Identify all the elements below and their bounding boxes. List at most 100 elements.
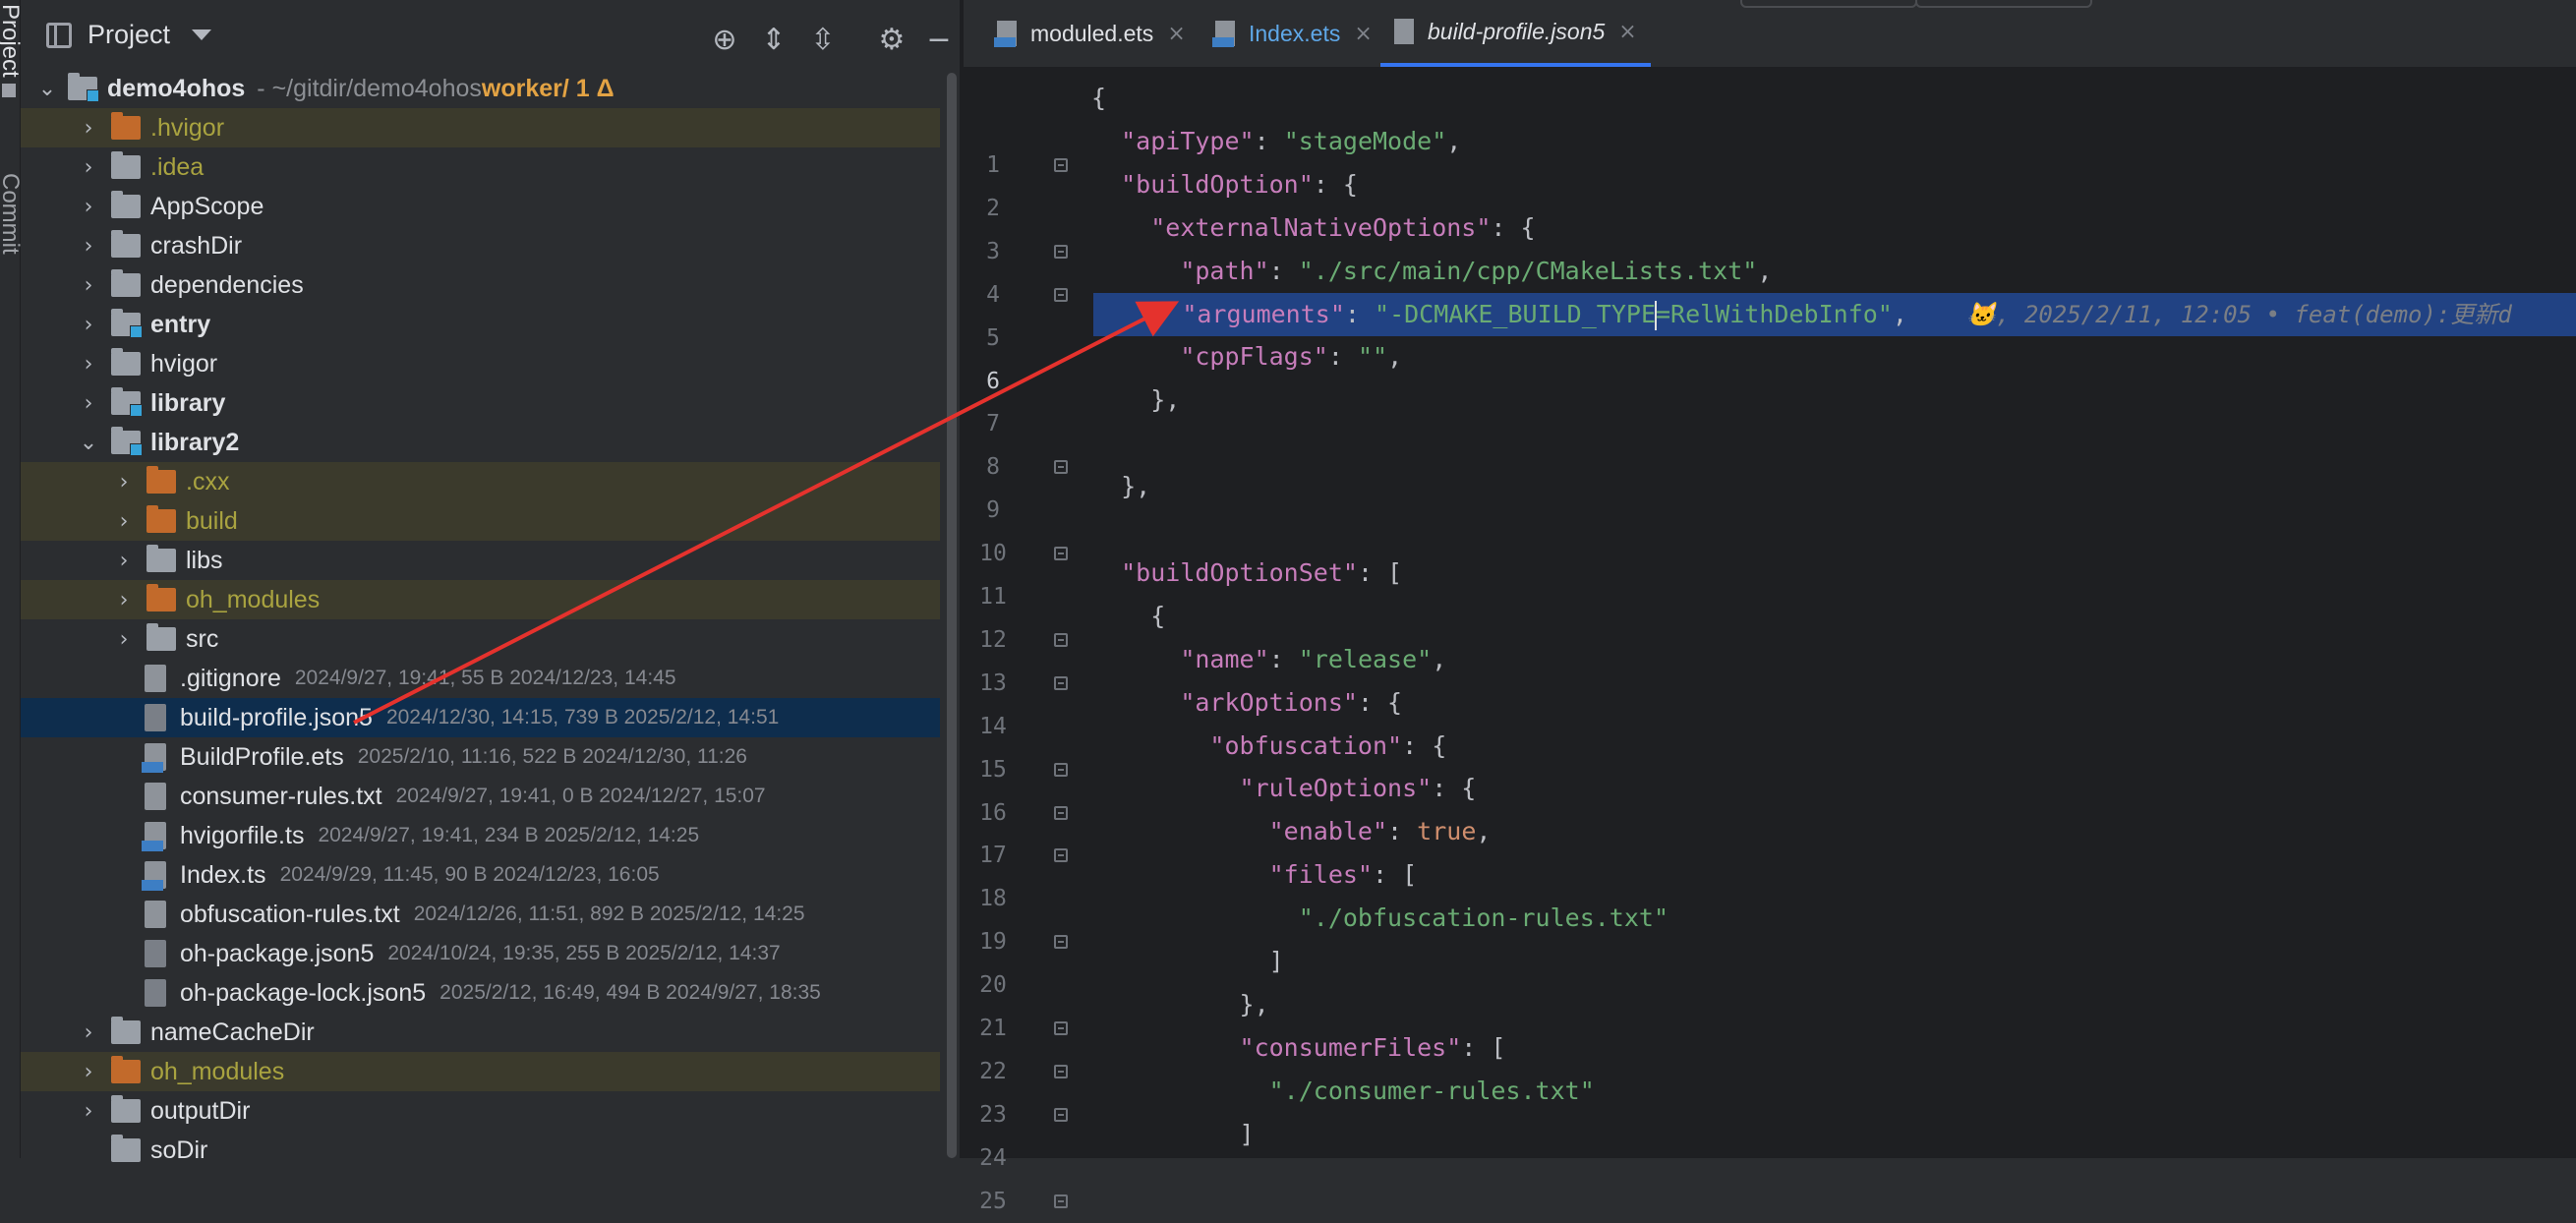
tree-row[interactable]: › outputDir — [21, 1091, 940, 1131]
tree-row[interactable]: › oh_modules — [21, 580, 940, 619]
fold-marker-icon[interactable] — [1054, 762, 1068, 777]
code-line[interactable]: "externalNativeOptions": { — [1091, 206, 1535, 250]
tree-row[interactable]: › src — [21, 619, 940, 659]
tree-row[interactable]: › .hvigor — [21, 108, 940, 147]
code-line[interactable]: }, — [1091, 983, 1269, 1026]
fold-marker-icon[interactable] — [1054, 460, 1068, 475]
chevron-right-icon[interactable]: › — [76, 226, 101, 265]
code-line[interactable]: "arguments": "-DCMAKE_BUILD_TYPE=RelWith… — [1093, 292, 2576, 336]
tree-row[interactable]: › library — [21, 383, 940, 423]
project-view-selector[interactable]: Project — [46, 20, 212, 50]
tree-row[interactable]: › entry — [21, 305, 940, 344]
fold-marker-icon[interactable] — [1054, 287, 1068, 302]
project-scrollbar[interactable] — [945, 69, 959, 1158]
tree-row-selected[interactable]: build-profile.json5 2024/12/30, 14:15, 73… — [21, 698, 940, 737]
chevron-right-icon[interactable]: › — [76, 187, 101, 226]
close-icon[interactable]: × — [1167, 22, 1185, 46]
chevron-right-icon[interactable]: › — [111, 541, 137, 580]
tab-build-profile-json5[interactable]: build-profile.json5 × — [1380, 0, 1651, 67]
chevron-right-icon[interactable]: › — [111, 501, 137, 541]
code-line[interactable]: "./consumer-rules.txt" — [1091, 1070, 1595, 1113]
code-line[interactable]: "arkOptions": { — [1091, 681, 1402, 725]
code-line[interactable]: "cppFlags": "", — [1091, 335, 1402, 379]
code-line[interactable]: "name": "release", — [1091, 638, 1446, 681]
code-line[interactable]: "consumerFiles": [ — [1091, 1026, 1506, 1070]
tree-row[interactable]: › dependencies — [21, 265, 940, 305]
tree-row[interactable]: ⌄ library2 — [21, 423, 940, 462]
tree-row[interactable]: hvigorfile.ts 2024/9/27, 19:41, 234 B 202… — [21, 816, 940, 855]
fold-marker-icon[interactable] — [1054, 1021, 1068, 1035]
chevron-right-icon[interactable]: › — [76, 108, 101, 147]
code-line[interactable]: "enable": true, — [1091, 810, 1492, 853]
tree-row[interactable]: consumer-rules.txt 2024/9/27, 19:41, 0 B … — [21, 777, 940, 816]
code-line[interactable]: "path": "./src/main/cpp/CMakeLists.txt", — [1091, 250, 1772, 293]
tree-row[interactable]: soDir — [21, 1131, 940, 1170]
locate-icon[interactable]: ⊕ — [705, 20, 744, 59]
scrollbar-thumb[interactable] — [947, 73, 957, 1158]
tree-row[interactable]: obfuscation-rules.txt 2024/12/26, 11:51, … — [21, 895, 940, 934]
chevron-right-icon[interactable]: › — [76, 344, 101, 383]
code-line[interactable]: "ruleOptions": { — [1091, 767, 1477, 810]
tab-index-ets[interactable]: Index.ets × — [1201, 0, 1386, 67]
code-line[interactable]: { — [1091, 595, 1165, 638]
chevron-right-icon[interactable]: › — [76, 1052, 101, 1091]
tree-row[interactable]: › build — [21, 501, 940, 541]
fold-marker-icon[interactable] — [1054, 805, 1068, 820]
code-line[interactable]: "apiType": "stageMode", — [1091, 120, 1461, 163]
tree-row[interactable]: › nameCacheDir — [21, 1013, 940, 1052]
fold-marker-icon[interactable] — [1054, 158, 1068, 172]
chevron-right-icon[interactable]: › — [76, 383, 101, 423]
fold-marker-icon[interactable] — [1054, 632, 1068, 647]
code-line[interactable]: "obfuscation": { — [1091, 725, 1446, 768]
code-line[interactable]: "buildOption": { — [1091, 163, 1358, 206]
tree-row[interactable]: › hvigor — [21, 344, 940, 383]
minimize-icon[interactable]: − — [919, 20, 959, 59]
code-line[interactable]: ] — [1091, 940, 1284, 983]
code-line[interactable]: { — [1091, 77, 1106, 120]
fold-marker-icon[interactable] — [1054, 935, 1068, 950]
chevron-right-icon[interactable]: › — [76, 265, 101, 305]
collapse-all-icon[interactable]: ⇳ — [803, 20, 843, 59]
chevron-right-icon[interactable]: › — [111, 619, 137, 659]
tree-root[interactable]: ⌄ demo4ohos - ~/gitdir/demo4ohos worker/… — [21, 69, 940, 108]
chevron-right-icon[interactable]: › — [76, 147, 101, 187]
chevron-right-icon[interactable]: › — [76, 1013, 101, 1052]
fold-marker-icon[interactable] — [1054, 1194, 1068, 1208]
chevron-right-icon[interactable]: › — [111, 580, 137, 619]
tree-row[interactable]: › oh_modules — [21, 1052, 940, 1091]
tree-row[interactable]: › .idea — [21, 147, 940, 187]
fold-marker-icon[interactable] — [1054, 244, 1068, 259]
tree-row[interactable]: Index.ts 2024/9/29, 11:45, 90 B 2024/12/2… — [21, 855, 940, 895]
tab-moduled-ets[interactable]: moduled.ets × — [983, 0, 1200, 67]
chevron-right-icon[interactable] — [76, 1131, 101, 1170]
toolbar-field[interactable] — [1740, 0, 1917, 8]
fold-marker-icon[interactable] — [1054, 547, 1068, 561]
fold-marker-icon[interactable] — [1054, 1107, 1068, 1122]
chevron-right-icon[interactable]: › — [76, 1091, 101, 1131]
tree-row[interactable]: oh-package.json5 2024/10/24, 19:35, 255 B… — [21, 934, 940, 973]
tree-row[interactable]: BuildProfile.ets 2025/2/10, 11:16, 522 B … — [21, 737, 940, 777]
code-line[interactable]: "files": [ — [1091, 853, 1418, 897]
fold-marker-icon[interactable] — [1054, 848, 1068, 863]
close-icon[interactable]: × — [1618, 20, 1636, 44]
expand-all-icon[interactable]: ⇕ — [754, 20, 793, 59]
code-line[interactable]: ] — [1091, 1113, 1255, 1156]
fold-marker-icon[interactable] — [1054, 675, 1068, 690]
chevron-down-icon[interactable]: ⌄ — [76, 423, 101, 462]
tree-row[interactable]: oh-package-lock.json5 2025/2/12, 16:49, 4… — [21, 973, 940, 1013]
code-line[interactable]: }, — [1091, 379, 1180, 422]
fold-marker-icon[interactable] — [1054, 1064, 1068, 1078]
gear-icon[interactable]: ⚙ — [872, 20, 911, 59]
toolbar-field[interactable] — [1915, 0, 2092, 8]
chevron-down-icon[interactable]: ⌄ — [34, 69, 60, 108]
chevron-right-icon[interactable]: › — [76, 305, 101, 344]
tree-row[interactable]: › AppScope — [21, 187, 940, 226]
tree-row[interactable]: › .cxx — [21, 462, 940, 501]
chevron-right-icon[interactable]: › — [111, 462, 137, 501]
tree-row[interactable]: .gitignore 2024/9/27, 19:41, 55 B 2024/12… — [21, 659, 940, 698]
code-line[interactable]: "./obfuscation-rules.txt" — [1091, 897, 1669, 940]
tree-row[interactable]: › libs — [21, 541, 940, 580]
code-line[interactable]: }, — [1091, 465, 1150, 508]
code-line[interactable]: "buildOptionSet": [ — [1091, 552, 1402, 595]
close-icon[interactable]: × — [1354, 22, 1372, 46]
